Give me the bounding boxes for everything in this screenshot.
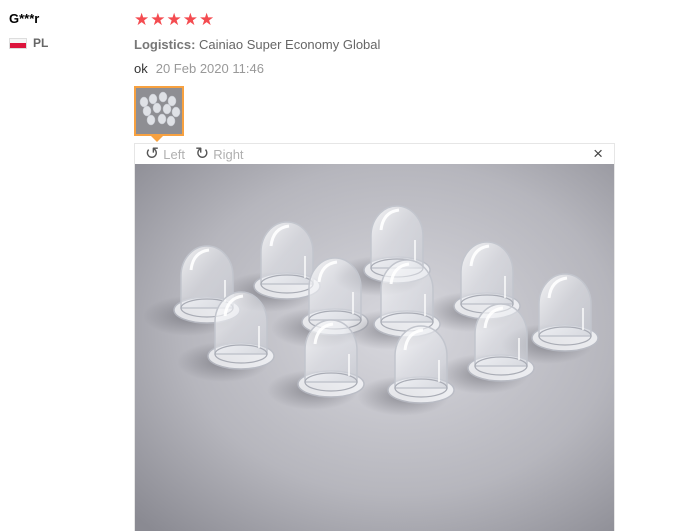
logistics-label: Logistics: (134, 37, 196, 52)
reviewer-info: G***r PL (9, 10, 119, 50)
rotate-right-icon: ↻ (194, 144, 210, 163)
rotate-left-label: Left (163, 146, 185, 162)
star-icon: ★ (166, 9, 182, 29)
feedback-text: ok (134, 61, 148, 76)
review-thumbnail[interactable] (134, 86, 184, 142)
review-item: G***r PL ★ ★ ★ ★ ★ Logistics: Cainiao Su… (0, 0, 678, 531)
image-viewer: ↺ Left ↻ Right × (134, 143, 615, 531)
feedback-line: ok 20 Feb 2020 11:46 (134, 60, 678, 78)
star-icon: ★ (199, 9, 215, 29)
review-content: ★ ★ ★ ★ ★ Logistics: Cainiao Super Econo… (134, 8, 678, 142)
star-icon: ★ (134, 9, 150, 29)
rotate-right-button[interactable]: ↻ Right (194, 144, 244, 163)
star-icon: ★ (182, 9, 198, 29)
star-rating: ★ ★ ★ ★ ★ (134, 8, 678, 30)
viewer-toolbar: ↺ Left ↻ Right × (135, 144, 614, 164)
rotate-right-label: Right (213, 146, 244, 162)
rotate-left-icon: ↺ (145, 144, 160, 163)
review-photo (135, 164, 614, 531)
logistics-info: Logistics: Cainiao Super Economy Global (134, 36, 678, 54)
star-icon: ★ (150, 9, 166, 29)
poland-flag-icon (9, 37, 27, 49)
feedback-date: 20 Feb 2020 11:46 (155, 61, 264, 76)
rotate-left-button[interactable]: ↺ Left (145, 144, 185, 163)
reviewer-name: G***r (9, 11, 40, 26)
reviewer-country: PL (9, 36, 119, 50)
thumbnail-selected-indicator (151, 136, 163, 142)
country-code: PL (33, 36, 49, 50)
close-icon[interactable]: × (593, 145, 603, 163)
thumbnail-image[interactable] (134, 86, 184, 136)
logistics-value: Cainiao Super Economy Global (199, 37, 381, 52)
